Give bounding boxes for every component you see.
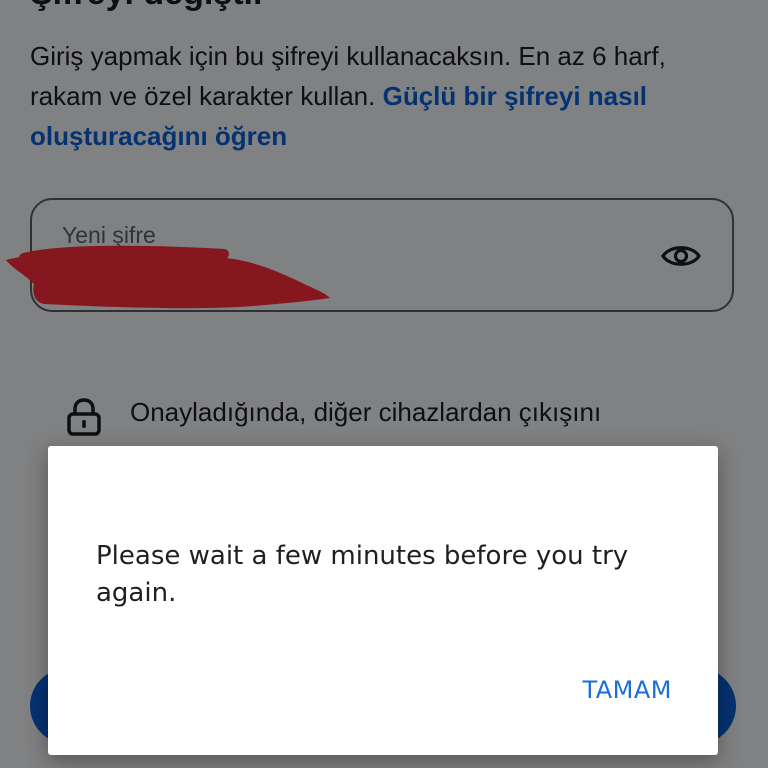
rate-limit-dialog: Please wait a few minutes before you try… [48, 446, 718, 755]
ok-button[interactable]: TAMAM [582, 676, 672, 704]
dialog-message: Please wait a few minutes before you try… [96, 541, 629, 608]
